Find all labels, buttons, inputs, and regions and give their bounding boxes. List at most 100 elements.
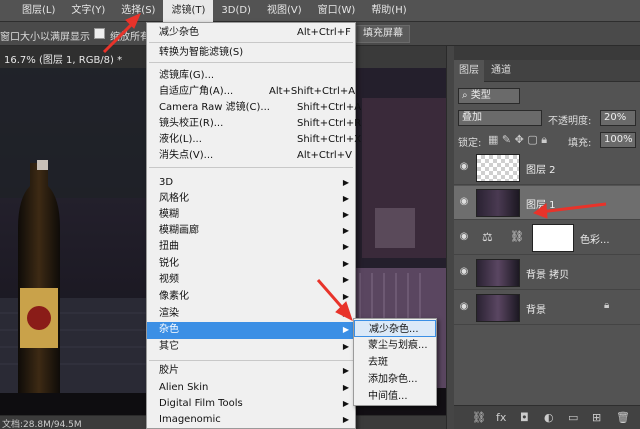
menu-item-label: 杂色: [159, 324, 179, 335]
submenu-arrow-icon: ▶: [342, 259, 349, 268]
menu-item-label: 渲染: [159, 308, 179, 319]
menu-item-label: 滤镜库(G)...: [159, 70, 215, 81]
opacity-input[interactable]: 20%: [600, 110, 636, 126]
submenu-item-dust-scratches[interactable]: 蒙尘与划痕...: [354, 337, 436, 354]
fill-screen-button[interactable]: 填充屏幕: [356, 25, 410, 43]
panel-tabs: 图层 通道: [454, 60, 640, 82]
new-group-icon[interactable]: ▭: [568, 411, 578, 424]
menu-item-label: 镜头校正(R)...: [159, 118, 224, 129]
eye-icon[interactable]: ◉: [458, 231, 470, 243]
menu-item-vanishing-point[interactable]: 消失点(V)... Alt+Ctrl+V: [147, 148, 355, 164]
layers-panel-toolbar: ⛓ fx ◘ ◐ ▭ ⊞ 🗑︎: [454, 405, 640, 429]
menu-select[interactable]: 选择(S): [113, 0, 163, 22]
menu-item-last-filter[interactable]: 减少杂色 Alt+Ctrl+F: [147, 25, 355, 41]
tab-channels[interactable]: 通道: [486, 60, 516, 82]
layer-row-background[interactable]: ◉ 背景 🔒︎: [454, 291, 640, 325]
lock-label: 锁定:: [458, 138, 482, 149]
menu-type[interactable]: 文字(Y): [63, 0, 113, 22]
document-tab-title: 16.7% (图层 1, RGB/8) *: [4, 55, 123, 66]
adjustment-layer-icon[interactable]: ◐: [544, 411, 554, 424]
trash-icon[interactable]: 🗑︎: [616, 411, 630, 424]
menu-item-distort[interactable]: 扭曲 ▶: [147, 239, 355, 255]
document-tab[interactable]: 16.7% (图层 1, RGB/8) *: [0, 46, 160, 68]
lock-row: 锁定: ▦ ✎ ✥ ▢ 🔒︎ 填充: 100%: [454, 130, 640, 150]
menu-item-shortcut: Alt+Ctrl+F: [297, 27, 351, 38]
menu-item-shortcut: Shift+Ctrl+X: [297, 134, 362, 145]
layer-name: 背景: [526, 305, 546, 316]
menu-item-camera-raw[interactable]: Camera Raw 滤镜(C)... Shift+Ctrl+A: [147, 100, 361, 116]
menu-item-label: 减少杂色: [159, 27, 199, 38]
menu-item-liquify[interactable]: 液化(L)... Shift+Ctrl+X: [147, 132, 361, 148]
eye-icon[interactable]: ◉: [458, 196, 470, 208]
fill-label: 填充:: [568, 138, 592, 149]
menu-item-blur[interactable]: 模糊 ▶: [147, 207, 355, 223]
menu-item-digital-film-tools[interactable]: Digital Film Tools ▶: [147, 396, 355, 412]
menu-item-render[interactable]: 渲染 ▶: [147, 306, 355, 322]
menu-item-blur-gallery[interactable]: 模糊画廊 ▶: [147, 223, 355, 239]
search-icon: ⌕: [462, 90, 471, 101]
chain-link-icon: ⛓: [510, 230, 524, 243]
layer-thumbnail: [476, 189, 520, 217]
submenu-arrow-icon: ▶: [342, 309, 349, 318]
layer-row-adjustment[interactable]: ◉ ⚖ ⛓ 色彩...: [454, 221, 640, 255]
submenu-item-median[interactable]: 中间值...: [354, 388, 436, 405]
menu-filter[interactable]: 滤镜(T): [163, 0, 214, 22]
menu-item-stylize[interactable]: 风格化 ▶: [147, 191, 355, 207]
layer-row-layer1[interactable]: ◉ 图层 1: [454, 186, 640, 220]
eye-icon[interactable]: ◉: [458, 161, 470, 173]
menu-item-label: 扭曲: [159, 241, 179, 252]
submenu-arrow-icon: ▶: [342, 226, 349, 235]
menu-view[interactable]: 视图(V): [259, 0, 310, 22]
menu-layer[interactable]: 图层(L): [14, 0, 63, 22]
menu-3d[interactable]: 3D(D): [213, 0, 259, 22]
menu-item-alien-skin[interactable]: Alien Skin ▶: [147, 380, 355, 396]
menu-item-lens-correction[interactable]: 镜头校正(R)... Shift+Ctrl+R: [147, 116, 361, 132]
menu-item-imagenomic[interactable]: Imagenomic ▶: [147, 412, 355, 428]
layer-row-layer2[interactable]: ◉ 图层 2: [454, 151, 640, 185]
zoom-all-checkbox[interactable]: [94, 28, 105, 39]
menu-item-label: 液化(L)...: [159, 134, 202, 145]
menu-item-sharpen[interactable]: 锐化 ▶: [147, 256, 355, 272]
new-layer-icon[interactable]: ⊞: [592, 411, 601, 424]
menu-item-label: Camera Raw 滤镜(C)...: [159, 102, 270, 113]
noise-submenu: 减少杂色... 蒙尘与划痕... 去斑 添加杂色... 中间值...: [353, 318, 437, 406]
menu-item-pixelate[interactable]: 像素化 ▶: [147, 289, 355, 305]
layer-kind-filter[interactable]: ⌕ 类型: [458, 88, 520, 104]
menu-item-label: 视频: [159, 274, 179, 285]
submenu-item-despeckle[interactable]: 去斑: [354, 354, 436, 371]
link-layers-icon[interactable]: ⛓: [472, 411, 486, 424]
submenu-item-reduce-noise[interactable]: 减少杂色...: [354, 320, 436, 337]
eye-icon[interactable]: ◉: [458, 266, 470, 278]
menu-item-filter-gallery[interactable]: 滤镜库(G)...: [147, 68, 355, 84]
layer-name: 背景 拷贝: [526, 270, 570, 281]
menu-bar: 图层(L) 文字(Y) 选择(S) 滤镜(T) 3D(D) 视图(V) 窗口(W…: [0, 0, 640, 22]
menu-item-label: 风格化: [159, 193, 189, 204]
menu-item-convert-smart-filter[interactable]: 转换为智能滤镜(S): [147, 45, 355, 61]
menu-item-adaptive-wide-angle[interactable]: 自适应广角(A)... Alt+Shift+Ctrl+A: [147, 84, 355, 100]
fill-input[interactable]: 100%: [600, 132, 636, 148]
submenu-arrow-icon: ▶: [342, 210, 349, 219]
menu-item-label: 其它: [159, 341, 179, 352]
layer-row-background-copy[interactable]: ◉ 背景 拷贝: [454, 256, 640, 290]
submenu-item-add-noise[interactable]: 添加杂色...: [354, 371, 436, 388]
layer-thumbnail: [476, 154, 520, 182]
submenu-arrow-icon: ▶: [342, 399, 349, 408]
blend-mode-select[interactable]: 叠加: [458, 110, 542, 126]
menu-window[interactable]: 窗口(W): [310, 0, 364, 22]
submenu-arrow-icon: ▶: [342, 242, 349, 251]
eye-icon[interactable]: ◉: [458, 301, 470, 313]
menu-item-video[interactable]: 视频 ▶: [147, 272, 355, 288]
menu-item-film[interactable]: 胶片 ▶: [147, 363, 355, 379]
menu-item-label: 模糊画廊: [159, 225, 199, 236]
menu-item-other[interactable]: 其它 ▶: [147, 339, 355, 355]
lock-icons[interactable]: ▦ ✎ ✥ ▢ 🔒︎: [488, 133, 547, 147]
menu-help[interactable]: 帮助(H): [363, 0, 414, 22]
submenu-arrow-icon: ▶: [342, 325, 349, 334]
add-mask-icon[interactable]: ◘: [520, 411, 529, 424]
menu-item-label: 3D: [159, 177, 174, 188]
submenu-arrow-icon: ▶: [342, 383, 349, 392]
menu-item-3d[interactable]: 3D ▶: [147, 175, 355, 191]
fx-icon[interactable]: fx: [496, 411, 506, 424]
tab-layers[interactable]: 图层: [454, 60, 484, 82]
menu-item-noise[interactable]: 杂色 ▶: [147, 322, 355, 339]
